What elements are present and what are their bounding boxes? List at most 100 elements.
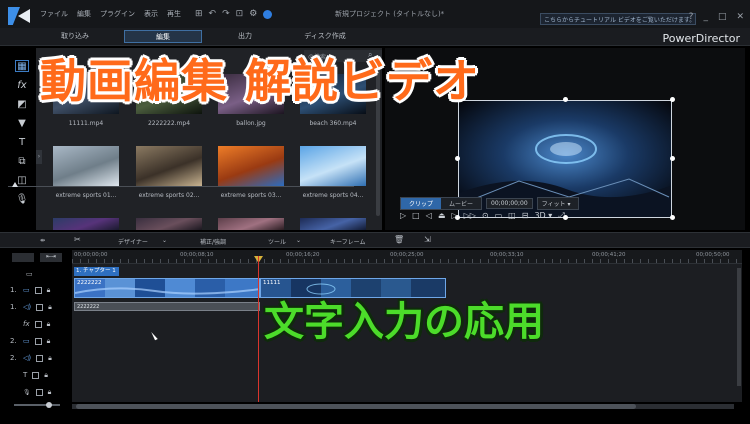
tab-disc[interactable]: ディスク作成: [285, 30, 365, 43]
tutorial-tip[interactable]: こちらからチュートリアル ビデオをご覧いただけます。: [540, 13, 696, 25]
media-room-icon[interactable]: ▦: [15, 60, 29, 72]
media-thumbnail[interactable]: [300, 146, 366, 186]
track-enable-checkbox[interactable]: [34, 337, 42, 345]
fit-dropdown[interactable]: フィット ▾: [536, 197, 579, 210]
timeline-horizontal-scroll-thumb[interactable]: [76, 404, 636, 409]
play-icon[interactable]: ▷: [400, 211, 406, 221]
clip-mode-button[interactable]: クリップ: [401, 198, 442, 209]
undock-icon[interactable]: ⤢: [558, 211, 564, 221]
settings-gear-icon[interactable]: ⚙: [249, 9, 257, 19]
aspect-ratio-icon[interactable]: ⊡: [236, 9, 244, 19]
movie-mode-button[interactable]: ムービー: [441, 198, 482, 209]
snapshot-icon[interactable]: ⊙: [482, 211, 489, 221]
previous-frame-icon[interactable]: ◁: [426, 211, 432, 221]
media-caption: extreme sports 02...: [138, 192, 200, 199]
media-thumbnail[interactable]: [218, 218, 284, 230]
globe-icon[interactable]: [263, 9, 273, 19]
tab-import[interactable]: 取り込み: [40, 30, 110, 43]
zoom-slider-knob[interactable]: [46, 402, 52, 408]
preview-timecode[interactable]: 00;00;00;00: [486, 198, 533, 209]
menu-plugins[interactable]: プラグイン: [100, 9, 135, 19]
menu-edit[interactable]: 編集: [77, 9, 91, 19]
menu-view[interactable]: 表示: [144, 9, 158, 19]
menu-file[interactable]: ファイル: [40, 9, 68, 19]
eject-icon[interactable]: ⏏: [438, 211, 446, 221]
resize-handle[interactable]: [670, 156, 675, 161]
keyframe-button[interactable]: キーフレーム: [330, 237, 365, 246]
media-caption: extreme sports 04...: [302, 192, 364, 199]
lock-icon[interactable]: 🔒︎: [47, 320, 51, 329]
chevron-down-icon[interactable]: ⌄: [162, 237, 167, 244]
transition-room-icon[interactable]: ⧉: [15, 155, 29, 167]
fit-timeline-icon[interactable]: ⇤⇥: [40, 253, 62, 262]
playhead-line[interactable]: [258, 256, 259, 402]
minimize-icon[interactable]: _: [703, 12, 708, 22]
timeline-view-toggle[interactable]: [12, 253, 34, 262]
track-enable-checkbox[interactable]: [34, 320, 42, 328]
redo-icon[interactable]: ↷: [222, 9, 230, 19]
media-thumbnail[interactable]: [136, 218, 202, 230]
track-enable-checkbox[interactable]: [36, 354, 44, 362]
export-icon[interactable]: ⇲: [424, 235, 431, 244]
trash-icon[interactable]: 🗑: [394, 235, 404, 244]
lock-icon[interactable]: 🔒︎: [48, 303, 52, 312]
lock-icon[interactable]: 🔒︎: [47, 337, 51, 346]
menu-playback[interactable]: 再生: [167, 9, 181, 19]
3d-mode-button[interactable]: 3D ▾: [534, 211, 552, 221]
media-thumbnail[interactable]: [136, 146, 202, 186]
collapse-panel-arrow-icon[interactable]: ›: [36, 150, 42, 164]
resize-handle[interactable]: [455, 156, 460, 161]
title-room-icon[interactable]: T: [15, 136, 29, 148]
preview-quality-icon[interactable]: ◫: [508, 211, 516, 221]
lock-icon[interactable]: 🔒︎: [47, 286, 51, 295]
track-enable-checkbox[interactable]: [36, 303, 44, 311]
tools-button[interactable]: ツール: [268, 237, 286, 246]
track-enable-checkbox[interactable]: [35, 388, 43, 396]
track-enable-checkbox[interactable]: [34, 286, 42, 294]
chevron-down-icon[interactable]: ⌄: [296, 237, 301, 244]
resize-handle[interactable]: [670, 97, 675, 102]
media-thumbnail[interactable]: [53, 146, 119, 186]
magnet-icon[interactable]: ⇹: [40, 237, 45, 244]
media-thumbnail[interactable]: [53, 218, 119, 230]
timeline-ruler[interactable]: 00;00;00;00 00;00;08;10 00;00;16;20 00;0…: [72, 250, 742, 264]
lock-icon[interactable]: 🔒︎: [44, 371, 48, 380]
maximize-icon[interactable]: □: [718, 12, 727, 22]
resize-handle[interactable]: [563, 97, 568, 102]
save-icon[interactable]: ⊞: [195, 9, 203, 19]
lock-icon[interactable]: 🔒︎: [48, 388, 52, 397]
track-number: 2.: [10, 354, 17, 362]
preview-scrub-knob[interactable]: [12, 182, 18, 187]
close-icon[interactable]: ✕: [736, 12, 744, 22]
media-caption: extreme sports 01...: [55, 192, 117, 199]
designer-button[interactable]: デザイナー: [118, 237, 148, 246]
undo-icon[interactable]: ↶: [209, 9, 217, 19]
lock-icon[interactable]: 🔒︎: [48, 354, 52, 363]
media-thumbnail[interactable]: [218, 146, 284, 186]
track-enable-checkbox[interactable]: [32, 371, 40, 379]
fit-dropdown-label: フィット: [541, 201, 566, 208]
fix-enhance-button[interactable]: 補正/強調: [200, 237, 226, 246]
split-icon[interactable]: ✂: [74, 235, 81, 244]
particle-room-icon[interactable]: ▼: [15, 117, 29, 129]
effects-room-icon[interactable]: fx: [15, 79, 29, 91]
volume-icon[interactable]: ▭: [495, 211, 503, 221]
voiceover-room-icon[interactable]: 🎙: [15, 193, 29, 205]
timeline-zoom-slider[interactable]: [8, 401, 66, 409]
video-clip[interactable]: 2222222: [74, 278, 260, 298]
help-icon[interactable]: ?: [689, 12, 694, 22]
chapter-marker-clip[interactable]: 1. チャプター 1: [74, 267, 119, 276]
preview-scrub-bar[interactable]: [8, 186, 354, 187]
stop-icon[interactable]: □: [412, 211, 420, 221]
media-thumbnail[interactable]: [300, 218, 366, 230]
resize-handle[interactable]: [670, 215, 675, 220]
audio-clip[interactable]: 2222222: [74, 302, 260, 311]
next-frame-icon[interactable]: ▷: [451, 211, 457, 221]
video-clip[interactable]: 11111: [260, 278, 446, 298]
timeline-vertical-scrollbar[interactable]: [737, 268, 741, 386]
fast-forward-icon[interactable]: ▷▷: [464, 211, 476, 221]
tab-output[interactable]: 出力: [210, 30, 280, 43]
pip-room-icon[interactable]: ◩: [15, 98, 29, 110]
tab-edit[interactable]: 編集: [124, 30, 202, 43]
external-display-icon[interactable]: ⊟: [522, 211, 529, 221]
